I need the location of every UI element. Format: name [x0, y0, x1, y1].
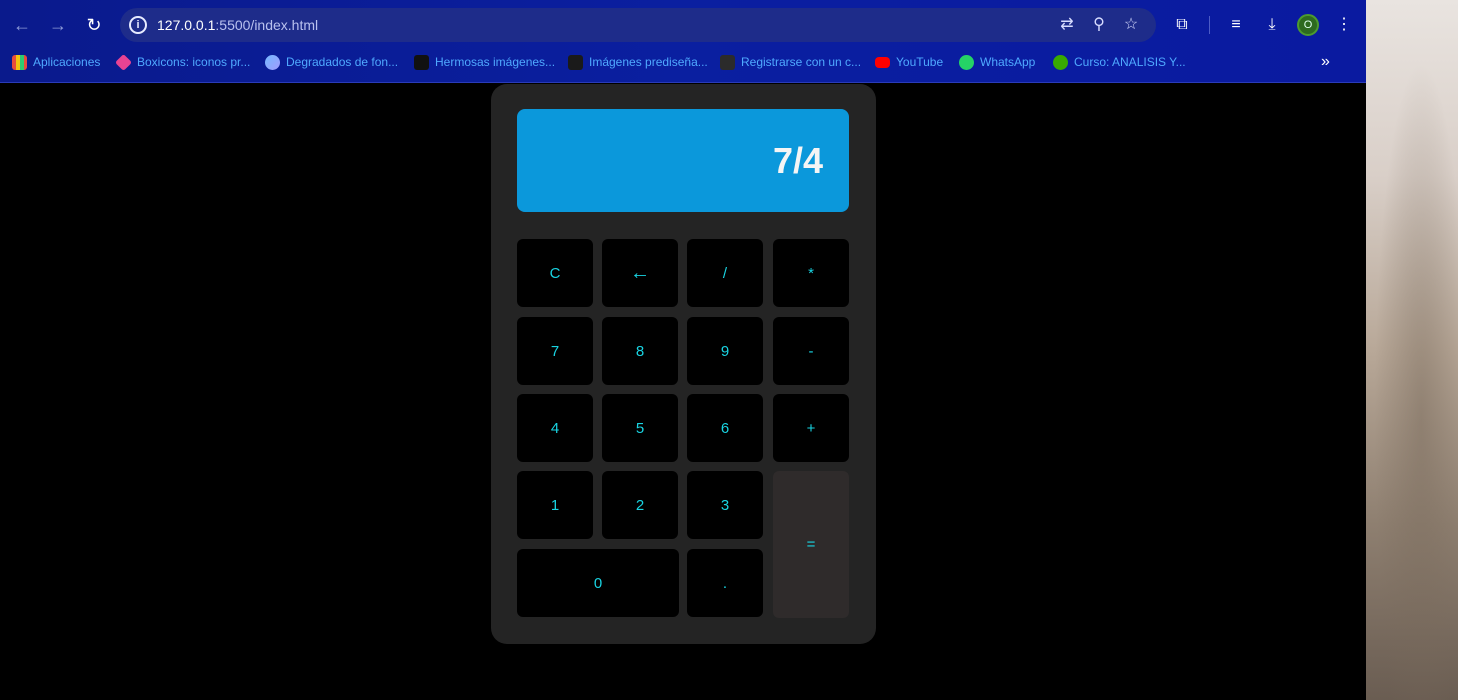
bookmark-item[interactable]: Curso: ANALISIS Y... [1053, 50, 1186, 74]
url-path: :5500/index.html [215, 17, 319, 33]
nine-button[interactable]: 9 [687, 317, 763, 385]
bookmark-item[interactable]: WhatsApp [959, 50, 1035, 74]
bookmark-label: Registrarse con un c... [741, 55, 862, 69]
boxicons-icon [115, 53, 132, 71]
six-button[interactable]: 6 [687, 394, 763, 462]
decimal-button[interactable]: . [687, 549, 763, 617]
minus-button[interactable]: - [773, 317, 849, 385]
unsplash-icon [414, 54, 429, 70]
multiply-button[interactable]: * [773, 239, 849, 307]
bookmark-label: Hermosas imágenes... [435, 55, 556, 69]
three-button[interactable]: 3 [687, 471, 763, 539]
divide-button[interactable]: / [687, 239, 763, 307]
zoom-icon[interactable]: ⚲ [1088, 15, 1110, 35]
site-info-icon[interactable]: i [129, 16, 147, 34]
equals-button[interactable]: = [773, 471, 849, 618]
bookmarks-list: Aplicaciones Boxicons: iconos pr... Degr… [0, 50, 1366, 74]
desktop-wallpaper [1366, 0, 1458, 700]
bookmark-label: Degradados de fon... [286, 55, 399, 69]
one-button[interactable]: 1 [517, 471, 593, 539]
bookmark-label: Aplicaciones [33, 55, 101, 69]
apps-grid-icon [12, 54, 27, 70]
bookmark-item[interactable]: YouTube [875, 50, 943, 74]
eight-button[interactable]: 8 [602, 317, 678, 385]
backspace-button[interactable]: ← [602, 239, 678, 307]
calculator-display: 7/4 [517, 109, 849, 212]
address-bar[interactable]: i 127.0.0.1:5500/index.html ⇄ ⚲ ☆ [120, 8, 1156, 42]
toolbar-divider [1209, 16, 1210, 34]
bookmark-label: Imágenes prediseña... [589, 55, 708, 69]
calculator: 7/4 C ← / * 7 8 9 - 4 5 6 + 1 2 3 = 0 . [491, 84, 876, 644]
browser-toolbar: ← → ↻ i 127.0.0.1:5500/index.html ⇄ ⚲ ☆ … [0, 0, 1366, 50]
five-button[interactable]: 5 [602, 394, 678, 462]
seven-button[interactable]: 7 [517, 317, 593, 385]
media-control-icon[interactable]: ≡ [1224, 13, 1248, 37]
pngtree-icon [568, 54, 583, 70]
bookmark-label: YouTube [896, 55, 944, 69]
bookmark-item[interactable]: Aplicaciones [12, 50, 100, 74]
forward-arrow-icon[interactable]: → [46, 13, 70, 37]
bookmark-label: Curso: ANALISIS Y... [1074, 55, 1186, 69]
two-button[interactable]: 2 [602, 471, 678, 539]
menu-kebab-icon[interactable]: ⋮ [1332, 13, 1356, 37]
translate-icon[interactable]: ⇄ [1056, 15, 1078, 35]
bookmark-item[interactable]: Boxicons: iconos pr... [115, 50, 251, 74]
bookmark-item[interactable]: Degradados de fon... [265, 50, 398, 74]
whatsapp-icon [959, 54, 974, 70]
freecodecamp-icon [720, 54, 735, 70]
bookmark-item[interactable]: Hermosas imágenes... [414, 50, 555, 74]
bookmark-item[interactable]: Registrarse con un c... [720, 50, 861, 74]
download-icon[interactable]: ⤓ [1260, 13, 1284, 37]
extensions-icon[interactable]: ⧉ [1170, 13, 1194, 37]
browser-window: ← → ↻ i 127.0.0.1:5500/index.html ⇄ ⚲ ☆ … [0, 0, 1366, 700]
plus-button[interactable]: + [773, 394, 849, 462]
zero-button[interactable]: 0 [517, 549, 679, 617]
profile-avatar[interactable]: O [1297, 14, 1319, 36]
gradient-icon [265, 54, 280, 70]
back-arrow-icon[interactable]: ← [10, 13, 34, 37]
clear-button[interactable]: C [517, 239, 593, 307]
bookmark-label: WhatsApp [980, 55, 1036, 69]
url-text[interactable]: 127.0.0.1:5500/index.html [157, 17, 318, 33]
four-button[interactable]: 4 [517, 394, 593, 462]
reload-icon[interactable]: ↻ [82, 13, 106, 37]
bookmark-star-icon[interactable]: ☆ [1120, 15, 1142, 35]
url-host: 127.0.0.1 [157, 17, 216, 33]
bookmark-label: Boxicons: iconos pr... [137, 55, 251, 69]
bookmark-item[interactable]: Imágenes prediseña... [568, 50, 708, 74]
sena-icon [1053, 54, 1068, 70]
more-bookmarks-chevron-icon[interactable]: » [1321, 53, 1330, 71]
youtube-icon [875, 56, 890, 68]
